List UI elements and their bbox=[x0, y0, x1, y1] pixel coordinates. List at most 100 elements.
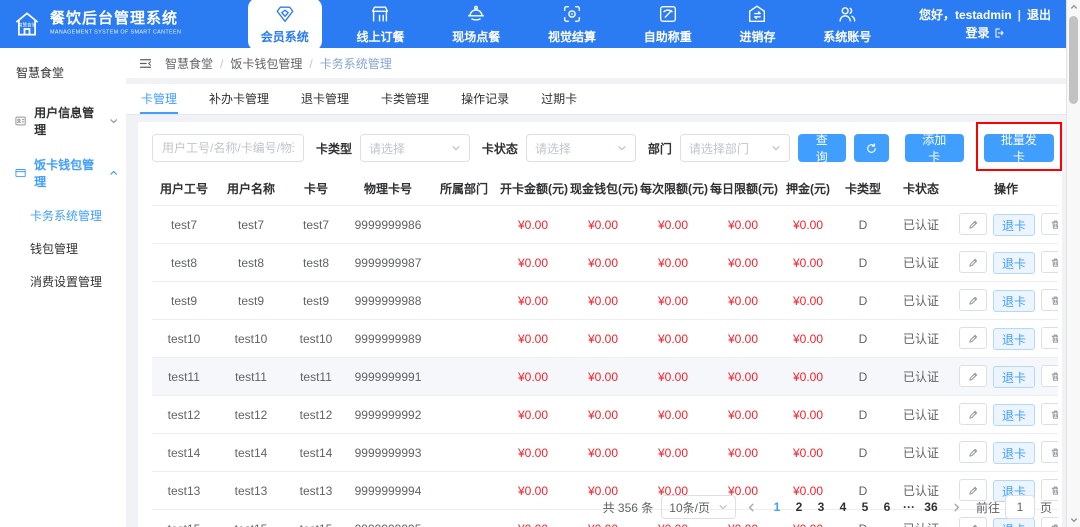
nav-item-inventory[interactable]: 进销存 bbox=[726, 0, 788, 51]
pencil-icon bbox=[968, 410, 977, 419]
cell-operations: 退卡 bbox=[954, 319, 1058, 358]
card-type-label: 卡类型 bbox=[316, 141, 353, 156]
scrollbar[interactable] bbox=[1066, 0, 1080, 527]
page-number[interactable]: 3 bbox=[811, 498, 831, 516]
breadcrumb-item[interactable]: / 卡务系统管理 bbox=[302, 57, 391, 71]
breadcrumb-item[interactable]: /智慧食堂 bbox=[165, 57, 213, 71]
cell-physical-no: 9999999987 bbox=[346, 243, 430, 282]
select-value: 请选择部门 bbox=[688, 141, 749, 156]
page-size-select[interactable]: 10条/页 bbox=[661, 495, 736, 519]
sidebar-item-user-info[interactable]: 用户信息管理 bbox=[0, 95, 126, 147]
cell-open-amount: ¥0.00 bbox=[498, 243, 568, 282]
page-number[interactable]: ··· bbox=[899, 498, 919, 516]
scroll-up-icon[interactable] bbox=[1067, 0, 1080, 14]
chevron-down-icon bbox=[618, 146, 626, 151]
nav-item-self-weighing[interactable]: 自助称重 bbox=[631, 0, 705, 51]
cell-deposit: ¥0.00 bbox=[778, 357, 838, 396]
delete-button[interactable] bbox=[1041, 441, 1058, 463]
delete-button[interactable] bbox=[1041, 213, 1058, 235]
delete-button[interactable] bbox=[1041, 365, 1058, 387]
page-number[interactable]: 5 bbox=[855, 498, 875, 516]
select-value: 请选择 bbox=[534, 141, 571, 156]
tab[interactable]: 退卡管理 bbox=[300, 84, 350, 114]
delete-button[interactable] bbox=[1041, 289, 1058, 311]
delete-button[interactable] bbox=[1041, 251, 1058, 273]
return-card-button[interactable]: 退卡 bbox=[993, 290, 1036, 312]
cell-cash-wallet: ¥0.00 bbox=[568, 281, 638, 320]
page-number[interactable]: 1 bbox=[767, 498, 787, 516]
tab[interactable]: 卡类管理 bbox=[380, 84, 430, 114]
return-card-button[interactable]: 退卡 bbox=[993, 366, 1036, 388]
cell-operations: 退卡 bbox=[954, 281, 1058, 320]
nav-item-visual-settlement[interactable]: 视觉结算 bbox=[535, 0, 609, 51]
page-number[interactable]: 36 bbox=[921, 498, 941, 516]
edit-button[interactable] bbox=[959, 289, 987, 311]
scrollbar-thumb[interactable] bbox=[1069, 16, 1078, 104]
nav-item-member-system[interactable]: 会员系统 bbox=[247, 0, 322, 51]
scroll-down-icon[interactable] bbox=[1067, 513, 1080, 527]
nav-label: 进销存 bbox=[739, 29, 776, 44]
department-select[interactable]: 请选择部门 bbox=[679, 134, 790, 162]
page-number[interactable]: 4 bbox=[833, 498, 853, 516]
nav-item-onsite-order[interactable]: 现场点餐 bbox=[439, 0, 513, 51]
cell-card-status: 已认证 bbox=[888, 357, 954, 396]
add-card-button[interactable]: 添加卡 bbox=[904, 133, 964, 164]
return-card-button[interactable]: 退卡 bbox=[993, 214, 1036, 236]
delete-button[interactable] bbox=[1041, 403, 1058, 425]
return-card-button[interactable]: 退卡 bbox=[993, 442, 1036, 464]
card-type-select[interactable]: 请选择 bbox=[360, 134, 470, 162]
delete-button[interactable] bbox=[1041, 327, 1058, 349]
edit-button[interactable] bbox=[959, 365, 987, 387]
cell-per-limit: ¥0.00 bbox=[638, 433, 708, 472]
card-table-body: test7 test7 test7 9999999986 ¥0.00 ¥0.00… bbox=[152, 205, 1058, 527]
sidebar: 智慧食堂 用户信息管理 饭卡钱包管理 卡务系统管理 钱包管理 消费设置管理 bbox=[0, 48, 126, 527]
return-card-button[interactable]: 退卡 bbox=[993, 328, 1036, 350]
bank-card-icon bbox=[15, 168, 26, 178]
edit-button[interactable] bbox=[959, 441, 987, 463]
return-card-button[interactable]: 退卡 bbox=[993, 252, 1036, 274]
search-button[interactable]: 查询 bbox=[797, 133, 846, 164]
sidebar-subitem[interactable]: 消费设置管理 bbox=[0, 265, 126, 298]
batch-issue-button[interactable]: 批量发卡 bbox=[983, 133, 1054, 164]
tab[interactable]: 卡管理 bbox=[140, 84, 179, 114]
edit-button[interactable] bbox=[959, 403, 987, 425]
sidebar-item-card-wallet[interactable]: 饭卡钱包管理 bbox=[0, 147, 126, 199]
tab[interactable]: 过期卡 bbox=[540, 84, 578, 114]
prev-page-button[interactable] bbox=[744, 502, 759, 513]
cell-cash-wallet: ¥0.00 bbox=[568, 205, 638, 244]
nav-item-system-account[interactable]: 系统账号 bbox=[810, 0, 884, 51]
cell-deposit: ¥0.00 bbox=[778, 281, 838, 320]
breadcrumb-separator: / bbox=[220, 56, 224, 71]
edit-button[interactable] bbox=[959, 213, 987, 235]
cell-card-type: D bbox=[838, 205, 888, 244]
collapse-menu-icon[interactable] bbox=[138, 56, 153, 71]
app-title: 餐饮后台管理系统 bbox=[50, 10, 179, 28]
tab[interactable]: 补办卡管理 bbox=[208, 84, 270, 114]
gem-icon bbox=[276, 5, 294, 22]
nav-item-online-order[interactable]: 线上订餐 bbox=[343, 0, 417, 51]
cell-user-name: test14 bbox=[216, 433, 286, 472]
cell-per-limit: ¥0.00 bbox=[638, 319, 708, 358]
table-header-cell: 每次限额(元) bbox=[638, 172, 708, 206]
tab[interactable]: 操作记录 bbox=[460, 84, 510, 114]
edit-button[interactable] bbox=[959, 327, 987, 349]
return-card-button[interactable]: 退卡 bbox=[993, 404, 1036, 426]
next-page-button[interactable] bbox=[949, 502, 964, 513]
refresh-button[interactable] bbox=[853, 134, 889, 162]
cell-department bbox=[430, 319, 498, 358]
keyword-input[interactable] bbox=[152, 134, 304, 162]
card-status-select[interactable]: 请选择 bbox=[525, 134, 636, 162]
trash-icon bbox=[1051, 448, 1058, 457]
cell-user-id: test11 bbox=[152, 357, 216, 396]
sidebar-subitem[interactable]: 钱包管理 bbox=[0, 232, 126, 265]
page-number[interactable]: 2 bbox=[789, 498, 809, 516]
edit-button[interactable] bbox=[959, 251, 987, 273]
nav-label: 系统账号 bbox=[823, 29, 872, 44]
breadcrumb-item[interactable]: / 饭卡钱包管理 bbox=[213, 57, 302, 71]
page-number[interactable]: 6 bbox=[877, 498, 897, 516]
dish-icon bbox=[468, 5, 485, 21]
goto-input[interactable] bbox=[1004, 495, 1035, 519]
cell-card-no: test9 bbox=[286, 281, 346, 320]
sidebar-subitem[interactable]: 卡务系统管理 bbox=[0, 199, 126, 232]
warehouse-icon bbox=[749, 5, 766, 22]
